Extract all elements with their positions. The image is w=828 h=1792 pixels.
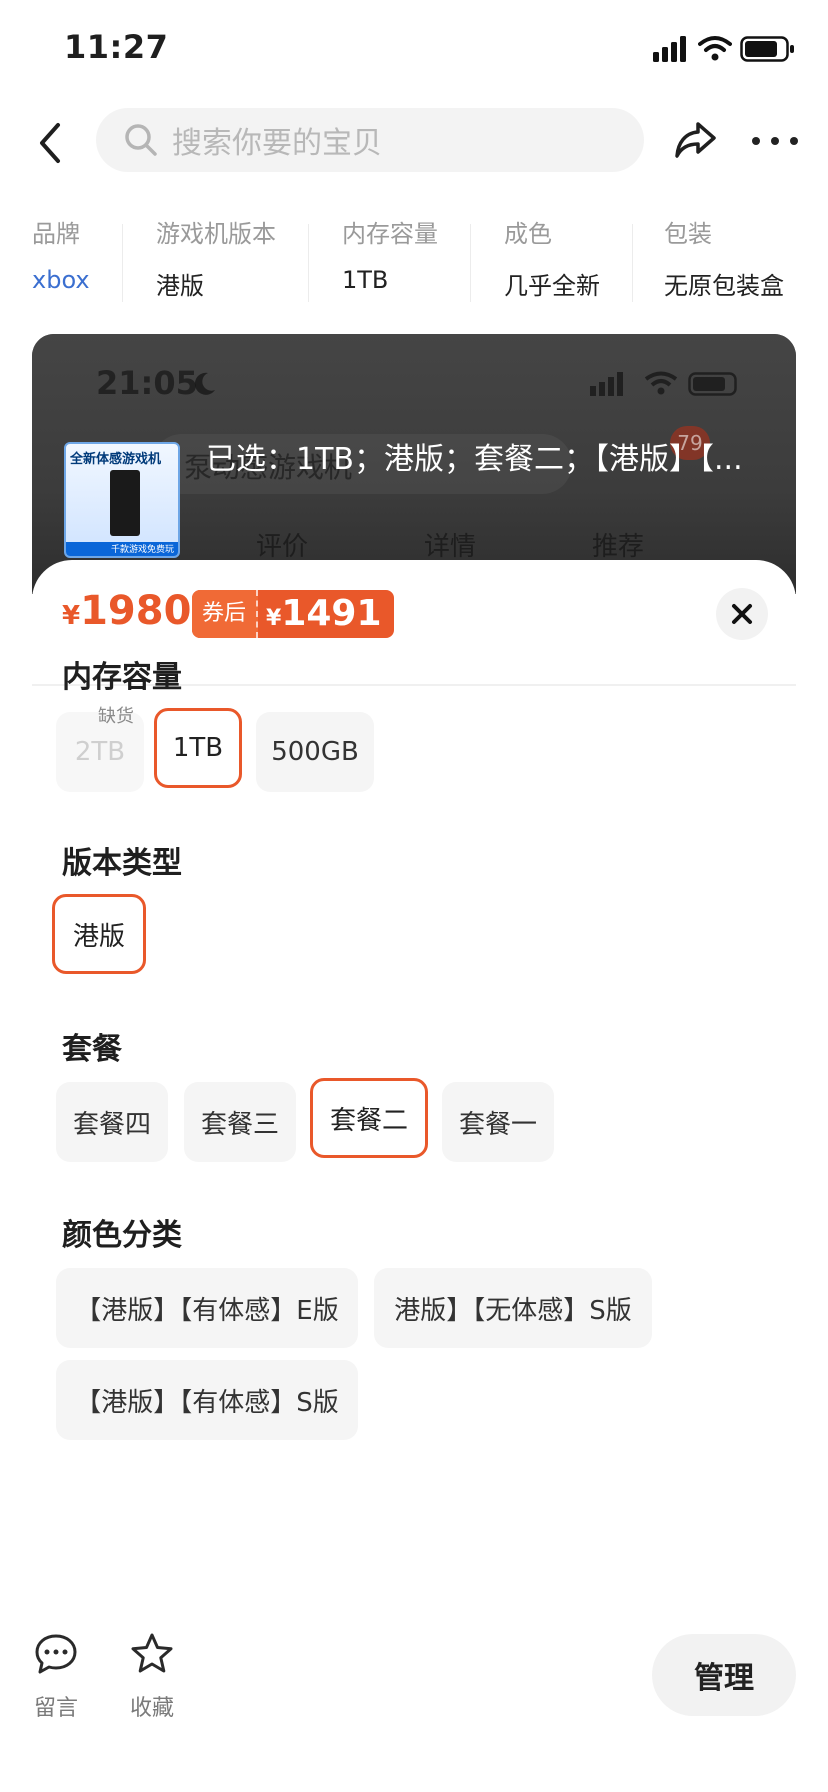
sku-selector-sheet: ¥1980 券后 ¥1491 内存容量 2TB 缺货 1TB 500GB 版本类… [32,560,796,1792]
message-button[interactable]: 留言 [16,1632,96,1742]
option-package-2[interactable]: 套餐二 [310,1078,428,1158]
preview-status-time: 21:05 [96,364,198,402]
product-sku-screen: 11:27 搜索你要的宝贝 品牌 xbox 游戏机版本 港版 内存容量 1TB … [0,0,828,1792]
option-label: 港版 [72,921,125,952]
star-icon [131,1633,173,1673]
search-placeholder: 搜索你要的宝贝 [172,126,382,161]
more-icon[interactable] [752,126,798,156]
attr-condition: 成色 几乎全新 [504,210,624,300]
share-icon[interactable] [672,116,720,164]
attr-divider [122,224,123,302]
option-label: 套餐三 [200,1109,279,1140]
preview-tab: 评价 [256,532,309,562]
preview-wifi-icon [644,371,678,395]
preview-tab: 推荐 [592,532,645,562]
option-label: 【港版】【有体感】E版 [75,1295,339,1326]
option-package-3[interactable]: 套餐三 [184,1082,296,1162]
message-label: 留言 [33,1696,78,1721]
moon-icon [194,372,215,395]
close-button[interactable] [716,588,768,640]
preview-signal-icon [590,372,623,396]
thumbnail-title: 全新体感游戏机 [70,452,162,467]
coupon-price: ¥1491 [258,590,394,638]
favorite-button[interactable]: 收藏 [112,1632,192,1742]
option-label: 1TB [172,733,224,763]
product-attributes: 品牌 xbox 游戏机版本 港版 内存容量 1TB 成色 几乎全新 包装 无原包… [0,210,828,302]
product-thumbnail[interactable]: 全新体感游戏机 千款游戏免费玩 [64,442,180,558]
console-image [110,470,140,536]
attr-divider [632,224,633,302]
attr-brand: 品牌 xbox [32,210,122,300]
currency-symbol: ¥ [266,606,282,631]
selected-summary: 已选：1TB；港版；套餐二；【港版】【... [206,442,743,477]
search-icon [125,124,157,156]
option-storage-500gb[interactable]: 500GB [256,712,374,792]
message-icon [35,1634,77,1674]
search-input[interactable]: 搜索你要的宝贝 [96,108,644,172]
coupon-price-badge: 券后 ¥1491 [192,590,394,638]
attr-label: 游戏机版本 [156,220,276,248]
option-version-hk[interactable]: 港版 [52,894,146,974]
attr-label: 品牌 [32,220,80,248]
signal-icon [653,36,686,62]
attr-divider [470,224,471,302]
wifi-icon [698,36,732,61]
option-label: 套餐二 [329,1105,408,1136]
bottom-action-bar: 留言 收藏 管理 [0,1612,828,1792]
preview-tab: 详情 [424,532,477,562]
option-package-1[interactable]: 套餐一 [442,1082,554,1162]
section-title-storage: 内存容量 [62,660,182,695]
original-price-value: 1980 [80,588,192,634]
attr-value-brand[interactable]: xbox [32,266,90,294]
battery-icon [740,36,794,62]
attr-value: 1TB [342,266,389,294]
favorite-label: 收藏 [129,1696,174,1721]
option-label: 港版】【无体感】S版 [394,1295,632,1326]
attr-value: 无原包装盒 [664,272,784,300]
coupon-price-value: 1491 [281,593,382,634]
product-preview: 21:05 泵动感游戏机 79 评价 详情 推荐 全新体感游戏机 千款游戏免费玩… [32,334,796,594]
option-label: 【港版】【有体感】S版 [75,1387,339,1418]
currency-symbol: ¥ [62,601,81,631]
out-of-stock-tag: 缺货 [98,706,134,727]
option-storage-2tb[interactable]: 2TB 缺货 [56,706,144,792]
option-color-hk-motion-s[interactable]: 【港版】【有体感】S版 [56,1360,358,1440]
attr-storage: 内存容量 1TB [342,210,472,300]
attr-version: 游戏机版本 港版 [156,210,306,300]
manage-button[interactable]: 管理 [652,1634,796,1716]
attr-value: 几乎全新 [504,272,600,300]
option-label: 套餐一 [458,1109,537,1140]
attr-label: 包装 [664,220,712,248]
option-package-4[interactable]: 套餐四 [56,1082,168,1162]
option-label: 500GB [271,737,359,767]
section-title-color: 颜色分类 [62,1218,182,1253]
section-title-version: 版本类型 [62,846,182,881]
back-button[interactable] [28,118,72,168]
price-row: ¥1980 券后 ¥1491 [32,560,796,660]
option-label: 2TB [74,737,126,767]
option-storage-1tb[interactable]: 1TB [154,708,242,788]
option-label: 套餐四 [72,1109,151,1140]
original-price: ¥1980 [62,588,191,634]
attr-divider [308,224,309,302]
status-time: 11:27 [64,28,169,66]
thumbnail-footer-bar: 千款游戏免费玩 [66,542,178,556]
status-bar: 11:27 [0,0,828,100]
attr-label: 内存容量 [342,220,438,248]
thumbnail-footer-text: 千款游戏免费玩 [110,545,174,555]
back-arrow-icon [40,123,60,163]
attr-value: 港版 [156,272,204,300]
attr-packaging: 包装 无原包装盒 [664,210,804,300]
close-icon [732,604,752,624]
attr-label: 成色 [504,220,552,248]
option-color-hk-nomotion-s[interactable]: 港版】【无体感】S版 [374,1268,652,1348]
coupon-label: 券后 [192,590,259,638]
section-title-package: 套餐 [62,1032,122,1067]
preview-battery-icon [688,372,737,396]
option-color-hk-motion-e[interactable]: 【港版】【有体感】E版 [56,1268,358,1348]
